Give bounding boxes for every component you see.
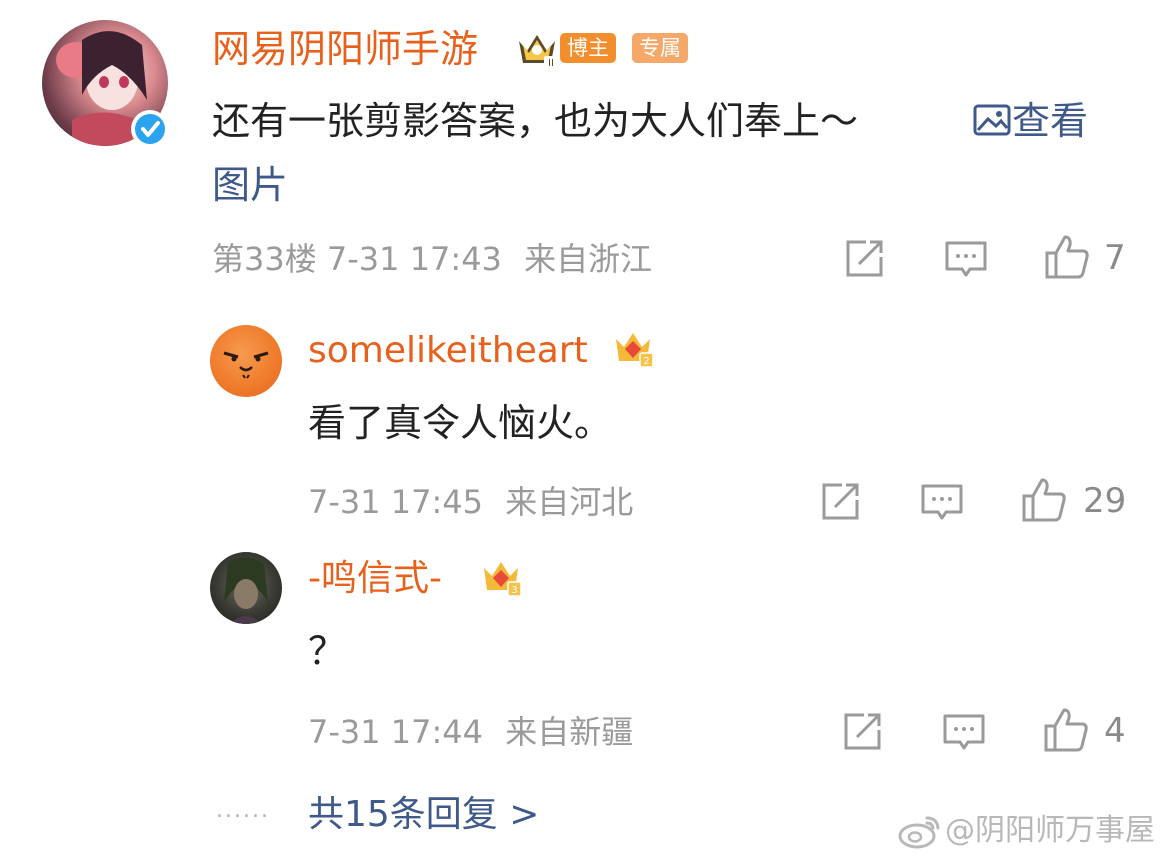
like-count: 29: [1083, 481, 1127, 521]
view-image-link-line2[interactable]: 图片: [212, 160, 288, 210]
crown-icon: 2: [612, 327, 654, 369]
author-name[interactable]: 网易阴阳师手游: [212, 24, 478, 74]
reply-time: 7-31 17:44: [308, 713, 484, 751]
weibo-logo-icon: [897, 812, 943, 850]
image-icon: [972, 100, 1012, 150]
share-icon[interactable]: [842, 237, 886, 281]
crown-level: 3: [511, 585, 517, 596]
share-icon[interactable]: [818, 480, 862, 524]
view-image-link[interactable]: 查看: [972, 96, 1088, 150]
reply-text: ？: [308, 629, 347, 673]
comment-text: 还有一张剪影答案，也为大人们奉上～: [212, 96, 858, 146]
more-replies-link[interactable]: 共15条回复 >: [308, 792, 539, 838]
crown-icon: 3: [480, 556, 522, 598]
watermark: @阴阳师万事屋: [945, 813, 1155, 848]
like-icon[interactable]: [1043, 233, 1091, 281]
svg-text:II: II: [548, 58, 554, 69]
reply-meta: 7-31 17:44 来自新疆: [308, 710, 633, 754]
reply-avatar[interactable]: [210, 552, 282, 624]
location: 来自浙江: [524, 240, 653, 278]
reply-location: 来自新疆: [505, 713, 634, 751]
like-count: 4: [1104, 711, 1126, 751]
comment-icon[interactable]: [920, 480, 964, 524]
verified-icon: [131, 110, 169, 148]
reply-author[interactable]: -鸣信式-: [308, 556, 442, 602]
like-count: 7: [1104, 238, 1126, 278]
crown-level: 2: [643, 356, 649, 367]
like-icon[interactable]: [1042, 706, 1090, 754]
share-icon[interactable]: [840, 710, 884, 754]
comment-icon[interactable]: [944, 237, 988, 281]
like-icon[interactable]: [1020, 476, 1068, 524]
reply-location: 来自河北: [505, 483, 634, 521]
comment-meta: 第33楼 7-31 17:43 来自浙江: [212, 237, 652, 281]
crown-icon: II: [515, 29, 559, 69]
reply-text: 看了真令人恼火。: [308, 401, 613, 445]
reply-author[interactable]: somelikeitheart: [308, 328, 588, 374]
reply-meta: 7-31 17:45 来自河北: [308, 480, 633, 524]
exclusive-badge: 专属: [632, 33, 688, 63]
more-replies-dots: ......: [216, 798, 270, 823]
view-image-label: 查看: [1012, 99, 1089, 143]
comment-icon[interactable]: [942, 710, 986, 754]
reply-time: 7-31 17:45: [308, 483, 484, 521]
floor-time: 第33楼 7-31 17:43: [212, 240, 502, 278]
blogger-badge: 博主: [560, 33, 616, 63]
comment-text-line1: 还有一张剪影答案，也为大人们奉上～: [212, 99, 859, 143]
reply-avatar[interactable]: [210, 325, 282, 397]
